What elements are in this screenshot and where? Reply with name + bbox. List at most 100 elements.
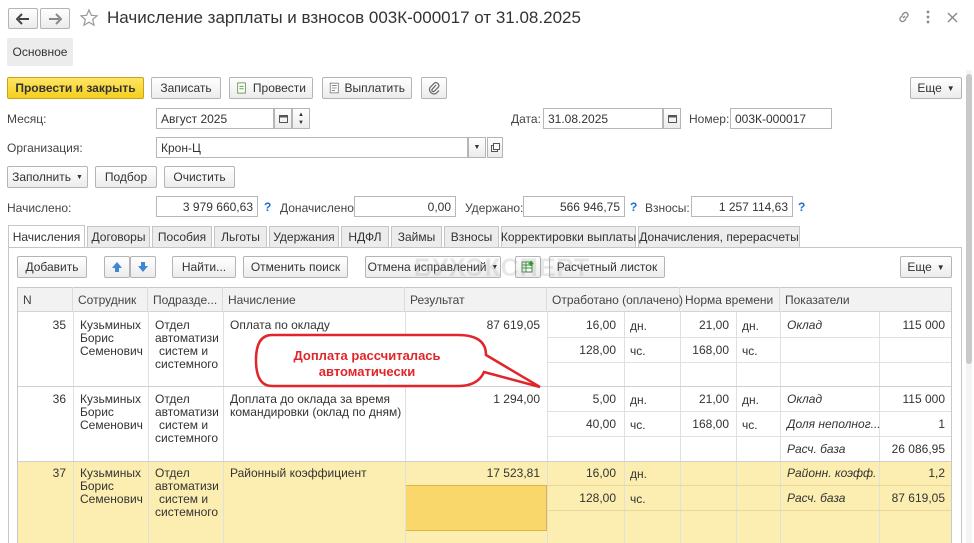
move-up-button[interactable] [104,256,130,278]
add-row-button[interactable]: Добавить [17,256,87,278]
grid-line [223,312,224,543]
tab-main[interactable]: Основное [7,38,73,66]
favorite-star-icon[interactable] [78,6,100,30]
employee-line: Семенович [80,418,143,432]
worked-value: 5,00 [592,392,616,406]
cancel-search-button[interactable]: Отменить поиск [243,256,348,278]
column-header-result[interactable]: Результат [405,287,547,312]
month-stepper[interactable]: ▲ ▼ [292,108,310,129]
stepper-up-icon: ▲ [298,111,304,118]
forward-button[interactable] [40,8,70,29]
move-down-button[interactable] [130,256,156,278]
tab-privileges[interactable]: Льготы [214,226,267,247]
tab-deductions[interactable]: Удержания [269,226,339,247]
pay-button[interactable]: Выплатить [322,77,412,99]
select-button[interactable]: Подбор [95,166,157,188]
indicator-name: Оклад [787,392,823,406]
post-button-label: Провести [252,81,306,95]
indicator-value: 26 086,95 [891,442,945,456]
norm-unit: чс. [742,418,758,432]
grid-line [148,312,149,543]
indicator-value: 87 619,05 [891,491,945,505]
withheld-label: Удержано: [465,201,524,215]
post-doc-icon [237,82,246,94]
worked-value: 128,00 [579,343,616,357]
paperclip-icon [428,82,440,95]
worked-unit: чс. [630,418,646,432]
tab-loans[interactable]: Займы [391,226,442,247]
menu-dots-icon[interactable] [921,8,935,26]
tab-benefits[interactable]: Пособия [152,226,212,247]
dropdown-arrow-icon: ▼ [936,262,945,272]
close-icon[interactable] [943,8,961,26]
fill-button[interactable]: Заполнить ▼ [7,166,88,188]
contributions-help[interactable]: ? [798,200,805,214]
department-line: системного [155,505,219,519]
column-header-norm[interactable]: Норма времени [680,287,780,312]
column-header-accrual[interactable]: Начисление [223,287,405,312]
department-line: системного [155,431,219,445]
employee-line: Семенович [80,492,143,506]
worked-unit: дн. [630,319,647,333]
dropdown-arrow-icon: ▼ [473,144,481,151]
date-field[interactable]: 31.08.2025 [543,108,663,129]
fill-button-label: Заполнить [12,170,71,184]
tab-accruals[interactable]: Начисления [8,225,85,247]
grid-line [780,312,781,543]
indicator-name: Расч. база [787,491,846,505]
organization-dropdown[interactable]: ▼ [468,137,486,158]
tab-ndfl[interactable]: НДФЛ [341,226,389,247]
more-button[interactable]: Еще ▼ [910,77,962,99]
column-header-indicators[interactable]: Показатели [780,287,951,312]
tab-recalculations[interactable]: Доначисления, перерасчеты [638,226,800,247]
calendar-icon [278,115,288,123]
dropdown-arrow-icon: ▼ [76,173,83,181]
attach-button[interactable] [421,77,447,99]
find-button[interactable]: Найти... [172,256,236,278]
indicator-name: Расч. база [787,442,846,456]
month-field[interactable]: Август 2025 [156,108,274,129]
column-header-n[interactable]: N [18,287,73,312]
post-and-close-button[interactable]: Провести и закрыть [7,77,144,99]
stepper-down-icon: ▼ [298,119,304,126]
month-label: Месяц: [7,112,47,126]
scrollbar-thumb[interactable] [966,74,972,364]
post-button[interactable]: Провести [229,77,313,99]
calendar-button[interactable] [274,108,292,129]
grid-line [624,312,625,543]
column-header-employee[interactable]: Сотрудник [73,287,148,312]
dropdown-arrow-icon: ▼ [946,83,955,93]
date-label: Дата: [511,112,541,126]
window-scrollbar[interactable] [966,70,972,543]
link-icon[interactable] [895,8,913,26]
worked-value: 16,00 [585,466,616,480]
organization-field[interactable]: Крон-Ц [156,137,468,158]
organization-open[interactable] [487,137,503,158]
number-field[interactable]: 003К-000017 [730,108,832,129]
accrued-help[interactable]: ? [264,200,271,214]
norm-value: 21,00 [698,392,729,406]
grid-line [73,312,74,543]
tab-contracts[interactable]: Договоры [87,226,150,247]
column-header-department[interactable]: Подразде... [148,287,223,312]
tab-payment-adjustments[interactable]: Корректировки выплаты [501,226,636,247]
more-button-label: Еще [917,81,942,95]
worked-unit: дн. [630,467,647,481]
watermark: БУХЭКСПЕРТ [414,254,590,282]
selected-cell[interactable] [405,485,547,531]
document-icon [329,82,339,94]
worked-value: 16,00 [585,318,616,332]
date-calendar-button[interactable] [663,108,681,129]
back-button[interactable] [8,8,38,29]
table-more-button[interactable]: Еще ▼ [900,256,952,278]
withheld-help[interactable]: ? [630,200,637,214]
save-button[interactable]: Записать [151,77,221,99]
arrow-down-icon [138,262,148,272]
worked-value: 40,00 [585,417,616,431]
column-header-worked[interactable]: Отработано (оплачено) [547,287,683,312]
clear-button[interactable]: Очистить [164,166,235,188]
tab-contributions[interactable]: Взносы [444,226,499,247]
accrued-label: Начислено: [7,201,72,215]
arrow-left-icon [16,12,29,25]
subrow-separator [547,411,951,412]
